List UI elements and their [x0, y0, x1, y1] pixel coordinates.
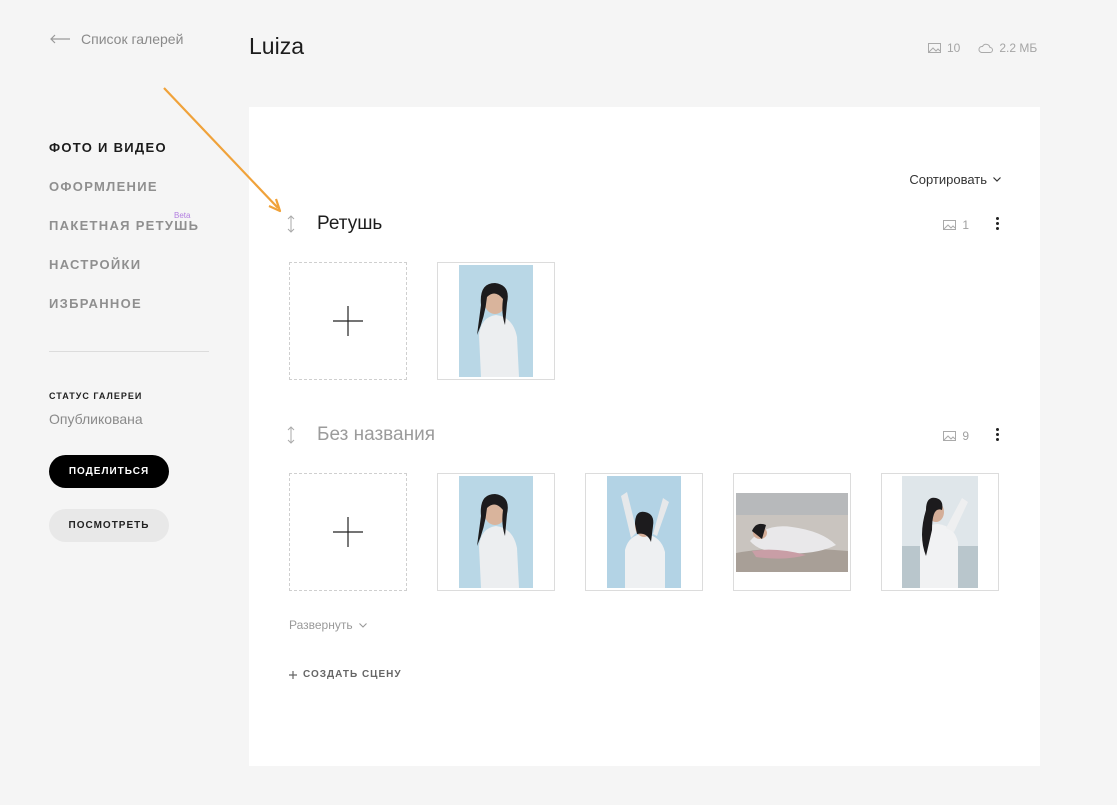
- gallery-status-value: Опубликована: [49, 411, 143, 427]
- sort-label: Сортировать: [909, 172, 987, 187]
- storage-size: 2.2 МБ: [999, 41, 1038, 55]
- sort-dropdown[interactable]: Сортировать: [909, 172, 1001, 187]
- scene-header: Без названия 9: [287, 424, 1001, 448]
- create-scene-label: СОЗДАТЬ СЦЕНУ: [303, 669, 402, 680]
- scene-photo-count: 9: [943, 429, 969, 443]
- create-scene-button[interactable]: СОЗДАТЬ СЦЕНУ: [289, 669, 402, 680]
- gallery-status-title: СТАТУС ГАЛЕРЕИ: [49, 391, 143, 401]
- sidebar-divider: [49, 351, 209, 352]
- scene-name[interactable]: Без названия: [317, 424, 435, 446]
- photo-thumbnail[interactable]: [733, 473, 851, 591]
- image-icon: [928, 43, 941, 53]
- sidebar-nav: ФОТО И ВИДЕО ОФОРМЛЕНИЕ ПАКЕТНАЯ РЕТУШЬ B…: [49, 140, 199, 335]
- add-photo-button[interactable]: [289, 262, 407, 380]
- photo-thumbnail[interactable]: [585, 473, 703, 591]
- nav-item-photo-video[interactable]: ФОТО И ВИДЕО: [49, 140, 199, 179]
- expand-label: Развернуть: [289, 618, 353, 632]
- image-icon: [943, 431, 957, 441]
- plus-icon: [333, 306, 363, 336]
- plus-icon: [333, 517, 363, 547]
- photo-image: [459, 265, 533, 377]
- gallery-title: Luiza: [249, 33, 304, 59]
- cloud-icon: [978, 43, 994, 53]
- back-to-galleries-link[interactable]: Список галерей: [49, 31, 183, 47]
- plus-icon: [289, 670, 297, 679]
- scene-photo-count: 1: [943, 218, 969, 232]
- gallery-stats: 10 2.2 МБ: [928, 41, 1037, 55]
- chevron-down-icon: [358, 622, 367, 628]
- photo-image: [736, 492, 848, 572]
- back-label: Список галерей: [81, 31, 184, 47]
- more-options-icon[interactable]: [993, 427, 1001, 441]
- photo-image: [607, 476, 681, 588]
- nav-item-settings[interactable]: НАСТРОЙКИ: [49, 257, 199, 296]
- photo-image: [902, 476, 978, 588]
- more-options-icon[interactable]: [993, 216, 1001, 230]
- photo-thumbnail[interactable]: [437, 262, 555, 380]
- photo-thumbnail[interactable]: [437, 473, 555, 591]
- arrow-left-icon: [50, 34, 70, 44]
- scene-header: Ретушь 1: [287, 213, 1001, 237]
- beta-badge: Beta: [174, 211, 191, 220]
- scene-name[interactable]: Ретушь: [317, 213, 382, 235]
- photo-image: [459, 476, 533, 588]
- expand-toggle[interactable]: Развернуть: [289, 618, 367, 632]
- photo-thumbnail[interactable]: [881, 473, 999, 591]
- add-photo-button[interactable]: [289, 473, 407, 591]
- nav-item-favorites[interactable]: ИЗБРАННОЕ: [49, 296, 199, 335]
- chevron-down-icon: [993, 177, 1001, 182]
- nav-item-batch-retouch[interactable]: ПАКЕТНАЯ РЕТУШЬ Beta: [49, 211, 199, 257]
- drag-handle-icon[interactable]: [287, 215, 295, 233]
- share-button[interactable]: ПОДЕЛИТЬСЯ: [49, 455, 169, 488]
- view-button[interactable]: ПОСМОТРЕТЬ: [49, 509, 169, 542]
- scenes-panel: Сортировать Ретушь 1 Без названия 9 Разв…: [249, 107, 1040, 766]
- drag-handle-icon[interactable]: [287, 426, 295, 444]
- photo-count: 10: [947, 41, 961, 55]
- image-icon: [943, 220, 957, 230]
